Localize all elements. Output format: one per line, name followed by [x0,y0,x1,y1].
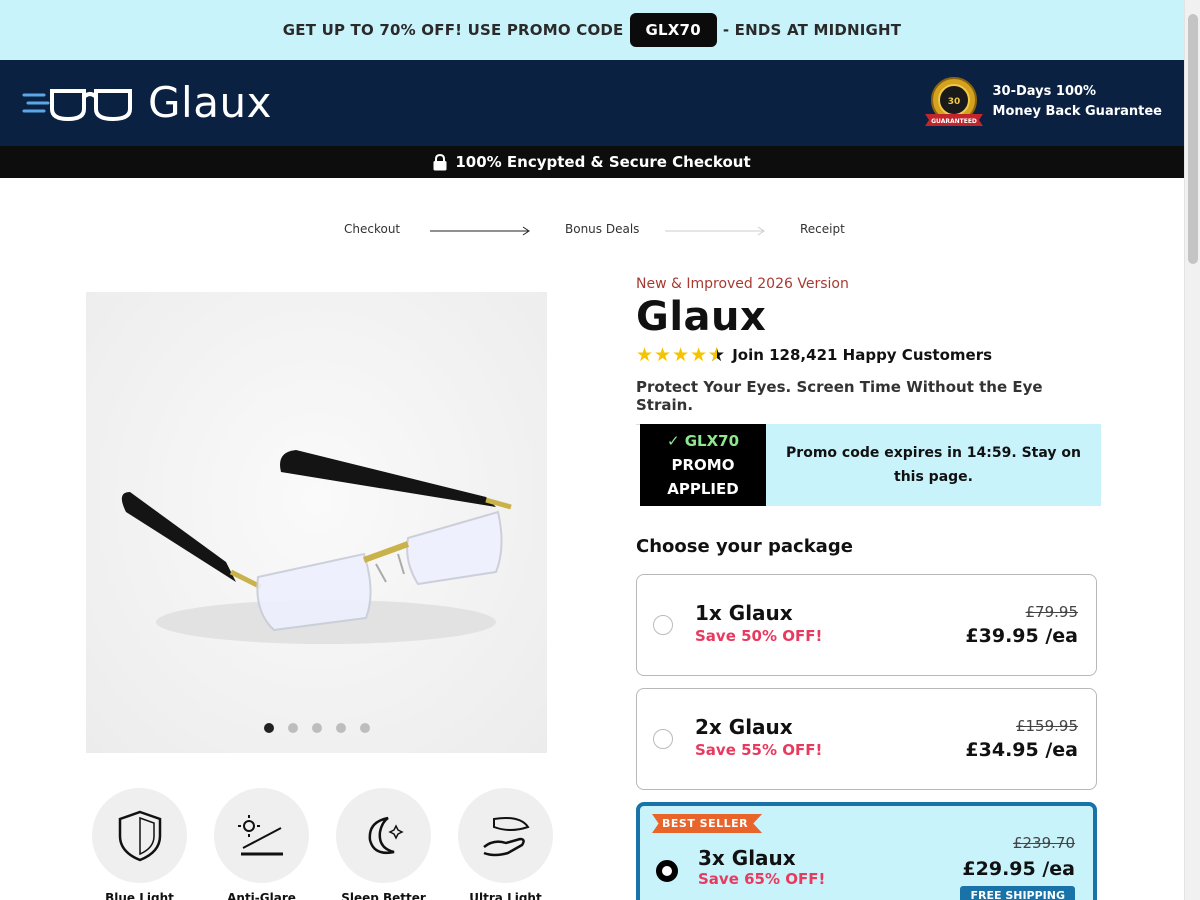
guarantee-line-1: 30-Days 100% [992,84,1097,99]
feature-item: Blue Light [92,788,187,900]
promo-applied-badge: ✓ GLX70 PROMO APPLIED [640,424,766,506]
gallery-dot[interactable] [359,723,370,733]
promo-text-before: GET UP TO 70% OFF! USE PROMO CODE [282,21,624,39]
product-glasses-image [121,450,512,644]
package-save: Save 55% OFF! [695,741,823,759]
money-back-guarantee: 30 GUARANTEED 30-Days 100% Money Back Gu… [923,76,1162,128]
svg-text:GUARANTEED: GUARANTEED [931,118,977,125]
package-radio-selected[interactable] [656,860,678,882]
step-arrow-icon [665,226,765,236]
guarantee-line-2: Money Back Guarantee [992,104,1162,119]
step-checkout: Checkout [344,222,401,236]
choose-package-heading: Choose your package [636,536,853,557]
feather-hand-icon [482,816,530,856]
best-seller-badge: BEST SELLER [652,814,763,833]
gallery-dot[interactable] [335,723,346,733]
step-receipt: Receipt [800,222,845,236]
package-option-1x[interactable]: 1x Glaux Save 50% OFF! £79.95 £39.95 /ea [636,574,1097,676]
promo-applied-line2: PROMO [671,456,735,474]
package-radio[interactable] [653,615,673,635]
promo-code-badge: GLX70 [629,13,717,47]
step-arrow-icon [430,226,530,236]
promo-applied-box: ✓ GLX70 PROMO APPLIED Promo code expires… [640,424,1101,506]
logo[interactable]: Glaux [22,78,272,127]
package-save: Save 50% OFF! [695,627,823,645]
scrollbar-thumb[interactable] [1188,14,1198,264]
package-name: 1x Glaux [695,601,793,625]
shield-icon [118,810,161,861]
package-name: 3x Glaux [698,846,796,870]
package-price: £29.95 /ea [962,858,1075,880]
page-scrollbar[interactable] [1184,0,1200,900]
moon-sleep-icon [368,816,404,854]
secure-checkout-label: 100% Encypted & Secure Checkout [455,153,751,171]
package-save: Save 65% OFF! [698,870,826,888]
star-rating-icon: ★★★★★★ [636,344,727,366]
promo-text-after: - ENDS AT MIDNIGHT [722,21,902,39]
promo-applied-code: ✓ GLX70 [666,432,740,450]
promo-expire-text: Promo code expires in 14:59. Stay on thi… [766,424,1101,506]
package-old-price: £79.95 [1025,603,1079,621]
package-option-3x[interactable]: BEST SELLER 3x Glaux Save 65% OFF! £239.… [636,802,1097,900]
feature-label: Anti-Glare [227,891,296,900]
lock-icon [433,153,447,170]
package-radio[interactable] [653,729,673,749]
product-image-gallery[interactable] [86,292,547,753]
package-name: 2x Glaux [695,715,793,739]
package-option-2x[interactable]: 2x Glaux Save 55% OFF! £159.95 £34.95 /e… [636,688,1097,790]
product-info: New & Improved 2026 Version Glaux ★★★★★★… [636,276,1098,425]
site-header: Glaux 30 GUARANTEED 30-Days 100% Money B… [0,60,1184,146]
guarantee-seal-icon: 30 GUARANTEED [924,77,983,126]
package-price: £39.95 /ea [965,625,1078,647]
feature-list: Blue Light Anti-Glare Sleep Better Ultra… [92,788,553,900]
sun-glare-icon [237,814,283,855]
feature-item: Sleep Better [336,788,431,900]
rating-text: Join 128,421 Happy Customers [732,346,993,364]
glasses-logo-icon [22,88,132,121]
gallery-dot[interactable] [287,723,298,733]
free-shipping-badge: FREE SHIPPING [960,886,1075,900]
secure-checkout-bar: 100% Encypted & Secure Checkout [0,146,1184,178]
package-price: £34.95 /ea [965,739,1078,761]
promo-applied-line3: APPLIED [667,480,739,498]
product-tagline: Protect Your Eyes. Screen Time Without t… [636,378,1098,425]
feature-label: Ultra Light [469,891,542,900]
checkout-steps: Checkout Bonus Deals Receipt [0,222,1184,242]
feature-item: Ultra Light [458,788,553,900]
brand-name: Glaux [148,78,272,127]
promo-bar: GET UP TO 70% OFF! USE PROMO CODE GLX70 … [0,0,1184,60]
feature-label: Blue Light [105,891,174,900]
gallery-dots [86,723,547,733]
gallery-dot[interactable] [263,723,274,733]
gallery-dot[interactable] [311,723,322,733]
feature-item: Anti-Glare [214,788,309,900]
rating: ★★★★★★ Join 128,421 Happy Customers [636,344,1098,366]
package-old-price: £239.70 [1012,834,1075,852]
svg-text:30: 30 [947,97,960,107]
product-title: Glaux [636,294,767,340]
package-old-price: £159.95 [1015,717,1078,735]
step-bonus-deals: Bonus Deals [565,222,640,236]
product-version: New & Improved 2026 Version [636,276,849,292]
feature-label: Sleep Better [341,891,426,900]
